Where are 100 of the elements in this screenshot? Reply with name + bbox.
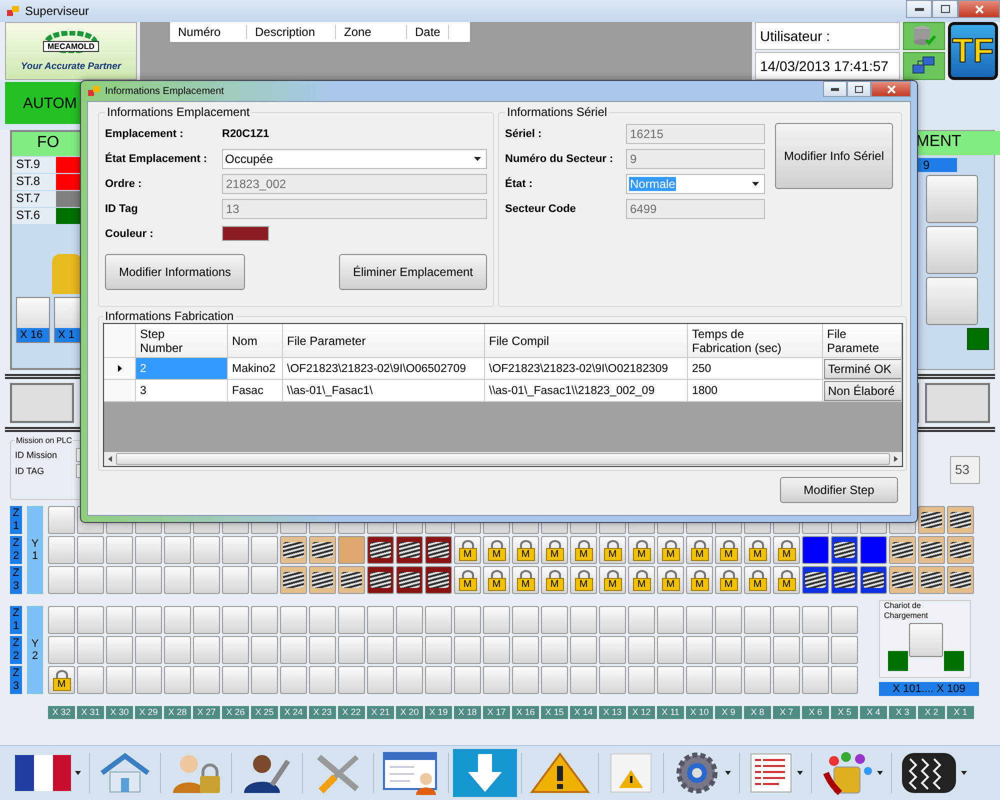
storage-slot[interactable] bbox=[309, 566, 336, 594]
storage-slot[interactable] bbox=[309, 536, 336, 564]
storage-slot[interactable]: M bbox=[483, 536, 510, 564]
storage-slot[interactable] bbox=[947, 566, 974, 594]
column-label: X 25 bbox=[251, 706, 278, 719]
minimize-button[interactable] bbox=[906, 0, 932, 18]
storage-slot[interactable]: M bbox=[599, 536, 626, 564]
row-header[interactable] bbox=[104, 358, 136, 380]
storage-slot[interactable]: M bbox=[512, 566, 539, 594]
storage-slot[interactable]: M bbox=[541, 566, 568, 594]
column-header[interactable]: Zone bbox=[336, 25, 407, 39]
slot-button[interactable] bbox=[926, 277, 978, 325]
storage-slot[interactable] bbox=[425, 566, 452, 594]
corner-header[interactable] bbox=[104, 324, 136, 358]
lock-label: M bbox=[778, 548, 796, 560]
storage-slot[interactable]: M bbox=[570, 566, 597, 594]
storage-slot[interactable] bbox=[947, 536, 974, 564]
padlock-icon bbox=[634, 540, 648, 548]
caret-icon bbox=[877, 771, 883, 775]
storage-slot[interactable] bbox=[918, 506, 945, 534]
scroll-right-icon bbox=[894, 456, 898, 462]
coil-icon bbox=[921, 542, 942, 558]
column-header[interactable]: Date bbox=[407, 25, 450, 39]
row-header[interactable] bbox=[104, 380, 136, 402]
caret-icon bbox=[725, 771, 731, 775]
minimize-icon bbox=[914, 8, 924, 10]
dropdown-field[interactable]: Occupée bbox=[222, 148, 487, 168]
download-button[interactable] bbox=[453, 749, 517, 797]
slot-button[interactable] bbox=[926, 226, 978, 274]
padlock-icon bbox=[750, 570, 764, 578]
maximize-button[interactable] bbox=[847, 81, 871, 97]
chariot-slot[interactable] bbox=[909, 623, 943, 657]
storage-slot[interactable]: M bbox=[628, 536, 655, 564]
padlock-icon bbox=[54, 670, 68, 678]
status-button[interactable]: Terminé OK bbox=[824, 358, 901, 378]
storage-slot[interactable] bbox=[802, 566, 829, 594]
close-button[interactable] bbox=[958, 0, 1000, 18]
storage-slot[interactable]: M bbox=[686, 536, 713, 564]
storage-slot[interactable] bbox=[918, 536, 945, 564]
close-button[interactable] bbox=[871, 81, 911, 97]
padlock-icon bbox=[518, 570, 532, 578]
coil-icon bbox=[950, 572, 971, 588]
column-header[interactable]: Description bbox=[247, 25, 336, 39]
storage-slot[interactable] bbox=[280, 536, 307, 564]
coil-icon bbox=[370, 572, 391, 588]
storage-slot[interactable]: M bbox=[454, 566, 481, 594]
level-label: Z 3 bbox=[10, 566, 22, 594]
storage-slot[interactable]: M bbox=[744, 566, 771, 594]
counter-field: 53 bbox=[950, 456, 980, 484]
storage-slot[interactable]: M bbox=[715, 536, 742, 564]
action-button[interactable]: Éliminer Emplacement bbox=[338, 254, 487, 290]
storage-slot[interactable] bbox=[831, 536, 858, 564]
storage-slot[interactable] bbox=[889, 536, 916, 564]
storage-slot[interactable] bbox=[860, 566, 887, 594]
horizontal-scrollbar[interactable] bbox=[104, 452, 902, 466]
storage-slot[interactable]: M bbox=[657, 536, 684, 564]
storage-slot[interactable] bbox=[280, 566, 307, 594]
column-label: X 17 bbox=[483, 706, 510, 719]
column-label: X 12 bbox=[628, 706, 655, 719]
action-button[interactable]: Modifier Step bbox=[780, 477, 898, 503]
storage-slot[interactable] bbox=[338, 566, 365, 594]
position-button[interactable]: X 16 bbox=[16, 297, 50, 343]
storage-slot[interactable]: M bbox=[715, 566, 742, 594]
padlock-icon bbox=[460, 570, 474, 578]
coil-icon bbox=[399, 572, 420, 588]
storage-slot[interactable] bbox=[889, 566, 916, 594]
storage-slot[interactable]: M bbox=[570, 536, 597, 564]
app-icon bbox=[6, 4, 20, 18]
lock-label: M bbox=[574, 548, 592, 560]
column-label: X 27 bbox=[193, 706, 220, 719]
storage-slot[interactable]: M bbox=[454, 536, 481, 564]
storage-slot[interactable]: M bbox=[512, 536, 539, 564]
column-header[interactable]: Numéro bbox=[170, 25, 247, 39]
storage-slot[interactable]: M bbox=[773, 566, 800, 594]
maximize-button[interactable] bbox=[932, 0, 958, 18]
action-button[interactable]: Modifier Info Sériel bbox=[775, 123, 893, 189]
storage-slot[interactable] bbox=[425, 536, 452, 564]
storage-slot[interactable]: M bbox=[599, 566, 626, 594]
storage-slot[interactable] bbox=[396, 566, 423, 594]
storage-slot[interactable]: M bbox=[773, 536, 800, 564]
close-icon bbox=[974, 4, 984, 14]
storage-slot[interactable]: M bbox=[541, 536, 568, 564]
storage-slot[interactable]: M bbox=[657, 566, 684, 594]
slot-button[interactable] bbox=[926, 175, 978, 223]
storage-slot[interactable]: M bbox=[744, 536, 771, 564]
storage-slot[interactable] bbox=[396, 536, 423, 564]
storage-slot[interactable] bbox=[367, 566, 394, 594]
action-button[interactable]: Modifier Informations bbox=[105, 254, 246, 290]
status-button[interactable]: Non Élaboré bbox=[824, 380, 901, 400]
storage-slot[interactable]: M bbox=[483, 566, 510, 594]
storage-slot[interactable]: M bbox=[628, 566, 655, 594]
down-arrow-icon bbox=[465, 752, 505, 794]
group-title: Informations Sériel bbox=[506, 105, 608, 119]
storage-slot[interactable] bbox=[918, 566, 945, 594]
storage-slot[interactable]: M bbox=[48, 666, 75, 694]
storage-slot[interactable]: M bbox=[686, 566, 713, 594]
storage-slot[interactable] bbox=[367, 536, 394, 564]
storage-slot[interactable] bbox=[947, 506, 974, 534]
minimize-button[interactable] bbox=[823, 81, 847, 97]
storage-slot[interactable] bbox=[831, 566, 858, 594]
